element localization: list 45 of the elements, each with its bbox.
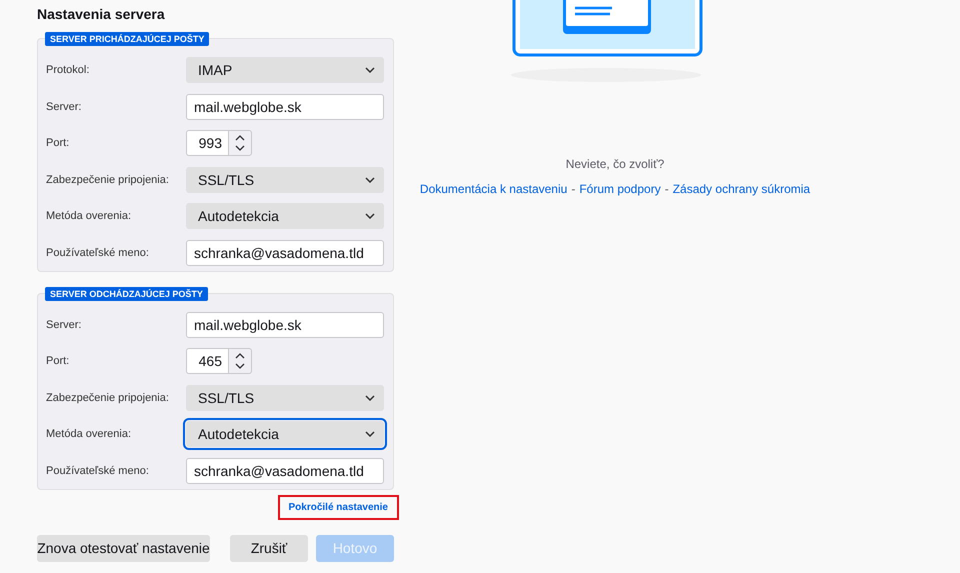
chevron-down-icon bbox=[365, 176, 375, 182]
input-field[interactable]: mail.webglobe.sk bbox=[186, 94, 384, 120]
chevron-down-icon bbox=[365, 431, 375, 437]
link-separator: - bbox=[664, 182, 669, 196]
field-label: Zabezpečenie pripojenia: bbox=[46, 174, 170, 186]
input-field[interactable]: mail.webglobe.sk bbox=[186, 312, 384, 338]
dropdown[interactable]: IMAP bbox=[186, 57, 384, 83]
group-legend: SERVER PRICHÁDZAJÚCEJ POŠTY bbox=[45, 32, 210, 46]
field-label: Používateľské meno: bbox=[46, 246, 150, 258]
section-title: Nastavenia servera bbox=[37, 5, 166, 23]
field-label: Server: bbox=[46, 100, 82, 112]
field-label: Protokol: bbox=[46, 64, 90, 76]
field-label: Zabezpečenie pripojenia: bbox=[46, 392, 170, 404]
group-legend: SERVER ODCHÁDZAJÚCEJ POŠTY bbox=[45, 286, 208, 300]
field-label: Server: bbox=[46, 318, 82, 330]
port-field[interactable]: 465 bbox=[186, 348, 228, 374]
retest-button[interactable]: Znova otestovať nastavenie bbox=[37, 534, 210, 562]
field-label: Používateľské meno: bbox=[46, 464, 150, 476]
cancel-button[interactable]: Zrušiť bbox=[230, 534, 308, 562]
help-link[interactable]: Dokumentácia k nastaveniu bbox=[420, 182, 568, 196]
field-label: Port: bbox=[46, 355, 70, 367]
field-label: Metóda overenia: bbox=[46, 210, 132, 222]
chevron-down-icon bbox=[365, 213, 375, 219]
stepper[interactable] bbox=[228, 130, 252, 156]
chevron-up-icon bbox=[235, 135, 245, 141]
help-question: Neviete, čo zvoliť? bbox=[566, 157, 664, 171]
link-separator: - bbox=[571, 182, 576, 196]
dropdown[interactable]: Autodetekcia bbox=[186, 421, 384, 447]
stepper[interactable] bbox=[228, 348, 252, 374]
field-label: Metóda overenia: bbox=[46, 428, 132, 440]
advanced-settings-link[interactable]: Pokročilé nastavenie bbox=[278, 494, 399, 520]
dropdown[interactable]: SSL/TLS bbox=[186, 166, 384, 192]
field-label: Port: bbox=[46, 137, 70, 149]
help-link[interactable]: Fórum podpory bbox=[579, 182, 661, 196]
chevron-down-icon bbox=[235, 363, 245, 369]
dropdown[interactable]: SSL/TLS bbox=[186, 384, 384, 410]
chevron-down-icon bbox=[365, 394, 375, 400]
chevron-down-icon bbox=[365, 67, 375, 73]
chevron-up-icon bbox=[235, 353, 245, 359]
help-link[interactable]: Zásady ochrany súkromia bbox=[672, 182, 810, 196]
input-field[interactable]: schranka@vasadomena.tld bbox=[186, 240, 384, 266]
chevron-down-icon bbox=[235, 145, 245, 151]
dropdown[interactable]: Autodetekcia bbox=[186, 203, 384, 229]
input-field[interactable]: schranka@vasadomena.tld bbox=[186, 458, 384, 484]
port-field[interactable]: 993 bbox=[186, 130, 228, 156]
